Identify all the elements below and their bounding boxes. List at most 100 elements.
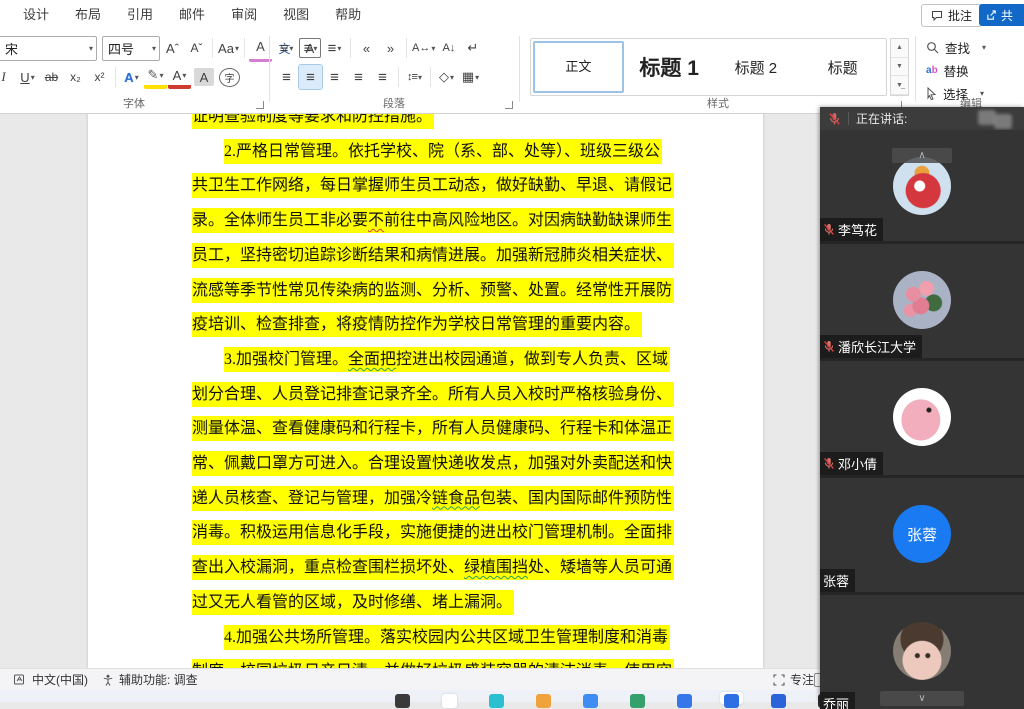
participant-name: 潘欣长江大学 (838, 337, 916, 356)
text-segment: 处、矮墙等人员可通 (528, 559, 672, 576)
highlighted-text: 测量体温、查看健康码和行程卡，所有人员健康码、行程卡和体温正 (192, 416, 674, 441)
justify-button[interactable] (347, 65, 370, 89)
language-status[interactable]: 中文(中国) (14, 671, 88, 688)
italic-button[interactable] (0, 65, 15, 89)
menu-tab-4[interactable]: 邮件 (166, 0, 218, 30)
font-dialog-launcher-icon[interactable] (256, 101, 264, 109)
numbering-button[interactable] (299, 36, 322, 60)
taskbar-app-icon-6[interactable] (630, 694, 645, 708)
taskbar-app-icon-5[interactable] (583, 694, 598, 708)
text-effects-button[interactable] (120, 65, 143, 89)
style-item-3[interactable]: 标题 2 (713, 57, 800, 78)
text-segment: 共卫生工作网络，每日掌握师生员工动态，做好缺勤、早退、请假记 (192, 177, 672, 194)
menu-tab-1[interactable]: 设计 (10, 0, 62, 30)
distribute-button[interactable] (371, 65, 394, 89)
superscript-button[interactable] (88, 65, 111, 89)
text-segment: 递人员核查、登记与管理，加强冷 (192, 490, 432, 507)
document-line-12: 递人员核查、登记与管理，加强冷链食品包装、国内国际邮件预防性 (192, 482, 672, 517)
styles-scroll-down-icon[interactable]: ▼ (891, 58, 908, 77)
align-left-button[interactable] (275, 65, 298, 89)
document-line-17: 制度，校园垃圾日产日清，并做好垃圾盛装容器的清洁消毒，使用空 (192, 655, 672, 668)
taskbar-app-icon-1[interactable] (395, 694, 410, 708)
style-item-1[interactable]: 正文 (533, 41, 624, 93)
spellcheck-marked-text: 全面把 (348, 351, 396, 368)
separator (244, 38, 245, 58)
character-shading-button[interactable] (194, 68, 214, 86)
menu-tab-3[interactable]: 引用 (114, 0, 166, 30)
accessibility-status[interactable]: 辅助功能: 调查 (102, 671, 198, 688)
replace-button[interactable]: ab 替换 (926, 61, 969, 80)
borders-button[interactable] (459, 65, 482, 89)
styles-scroll-up-icon[interactable]: ▲ (891, 39, 908, 58)
participants-scroll-down-button[interactable]: ∨ (880, 691, 964, 706)
highlighted-text: 证明查验制度等要求和防控措施。 (192, 113, 434, 129)
find-label: 查找 (945, 38, 970, 57)
focus-mode-button[interactable]: 专注 (773, 671, 814, 688)
subscript-button[interactable] (64, 65, 87, 89)
sort-button[interactable] (437, 36, 460, 60)
asian-layout-button[interactable] (411, 36, 436, 60)
font-size-value: 四号 (108, 39, 134, 58)
styles-gallery-more-icon[interactable]: ▼̲ (891, 76, 908, 95)
text-highlight-color-button[interactable] (144, 65, 167, 89)
text-segment: 员工，坚持密切追踪诊断结果和病情进展。加强新冠肺炎相关症状、 (192, 247, 672, 264)
find-button[interactable]: 查找 ▾ (926, 38, 986, 57)
decrease-indent-button[interactable] (355, 36, 378, 60)
font-color-button[interactable] (168, 65, 191, 89)
participants-scroll-up-button[interactable]: ∧ (892, 148, 952, 163)
styles-gallery-scrollbar[interactable]: ▲ ▼ ▼̲ (890, 38, 909, 96)
document-line-14: 查出入校漏洞，重点检查围栏损坏处、绿植围挡处、矮墙等人员可通 (192, 551, 672, 586)
taskbar-app-icon-4[interactable] (536, 694, 551, 708)
participant-tile-邓小倩: 邓小倩 (820, 358, 1024, 475)
bullets-button[interactable] (275, 36, 298, 60)
highlighted-text: 常、佩戴口罩方可进入。合理设置快递收发点，加强对外卖配送和快 (192, 451, 674, 476)
taskbar-app-icon-9[interactable] (771, 694, 786, 708)
shrink-font-button[interactable] (185, 36, 208, 60)
highlighted-text: 录。全体师生员工非必要不前往中高风险地区。对因病缺勤缺课师生 (192, 208, 674, 233)
focus-mode-label: 专注 (790, 671, 814, 688)
menu-tab-2[interactable]: 布局 (62, 0, 114, 30)
accessibility-status-label: 辅助功能: 调查 (119, 671, 198, 688)
menu-tab-5[interactable]: 审阅 (218, 0, 270, 30)
share-button[interactable]: 共 (979, 4, 1024, 26)
align-center-button[interactable] (299, 65, 322, 89)
taskbar-app-icon-2[interactable] (442, 694, 457, 708)
menu-tab-7[interactable]: 帮助 (322, 0, 374, 30)
enclose-characters-button[interactable] (219, 68, 240, 87)
font-name-combo[interactable]: 宋▾ (0, 36, 97, 61)
mic-muted-icon (823, 340, 835, 353)
document-line-2: 2.严格日常管理。依托学校、院（系、部、处等）、班级三级公 (192, 135, 672, 170)
document-page[interactable]: 证明查验制度等要求和防控措施。 2.严格日常管理。依托学校、院（系、部、处等）、班… (88, 113, 763, 668)
document-line-15: 过又无人看管的区域，及时修缮、堵上漏洞。 (192, 586, 672, 621)
taskbar-app-icon-7[interactable] (677, 694, 692, 708)
meeting-panel-header[interactable]: 正在讲话: (820, 107, 1024, 130)
align-right-button[interactable] (323, 65, 346, 89)
line-spacing-button[interactable] (403, 65, 426, 89)
grow-font-button[interactable] (161, 36, 184, 60)
participant-tile-乔丽: 乔丽∨ (820, 592, 1024, 709)
strikethrough-button[interactable] (40, 65, 63, 89)
participant-tile-潘欣长江大学: 潘欣长江大学 (820, 241, 1024, 358)
show-marks-button[interactable] (461, 36, 484, 60)
shading-button[interactable] (435, 65, 458, 89)
spellcheck-marked-text: 链食品 (432, 490, 480, 507)
taskbar-app-icon-3[interactable] (489, 694, 504, 708)
menu-tab-6[interactable]: 视图 (270, 0, 322, 30)
ribbon-group-editing: 查找 ▾ ab 替换 选择 ▾ 编辑 (918, 30, 1024, 113)
font-size-combo[interactable]: 四号▾ (102, 36, 160, 61)
style-item-2[interactable]: 标题 1 (626, 52, 713, 82)
share-icon (986, 10, 997, 21)
underline-button[interactable] (16, 65, 39, 89)
document-text[interactable]: 证明查验制度等要求和防控措施。 2.严格日常管理。依托学校、院（系、部、处等）、班… (192, 113, 672, 668)
style-item-4[interactable]: 标题 (799, 57, 886, 78)
participant-name-label: 邓小倩 (820, 452, 883, 475)
document-line-5: 员工，坚持密切追踪诊断结果和病情进展。加强新冠肺炎相关症状、 (192, 239, 672, 274)
paragraph-group-label: 段落 (271, 95, 517, 111)
separator (398, 67, 399, 87)
change-case-button[interactable] (217, 36, 240, 60)
comments-button[interactable]: 批注 (921, 4, 982, 27)
taskbar-app-icon-8[interactable] (724, 694, 739, 708)
paragraph-dialog-launcher-icon[interactable] (505, 101, 513, 109)
multilevel-list-button[interactable] (323, 36, 346, 60)
increase-indent-button[interactable] (379, 36, 402, 60)
